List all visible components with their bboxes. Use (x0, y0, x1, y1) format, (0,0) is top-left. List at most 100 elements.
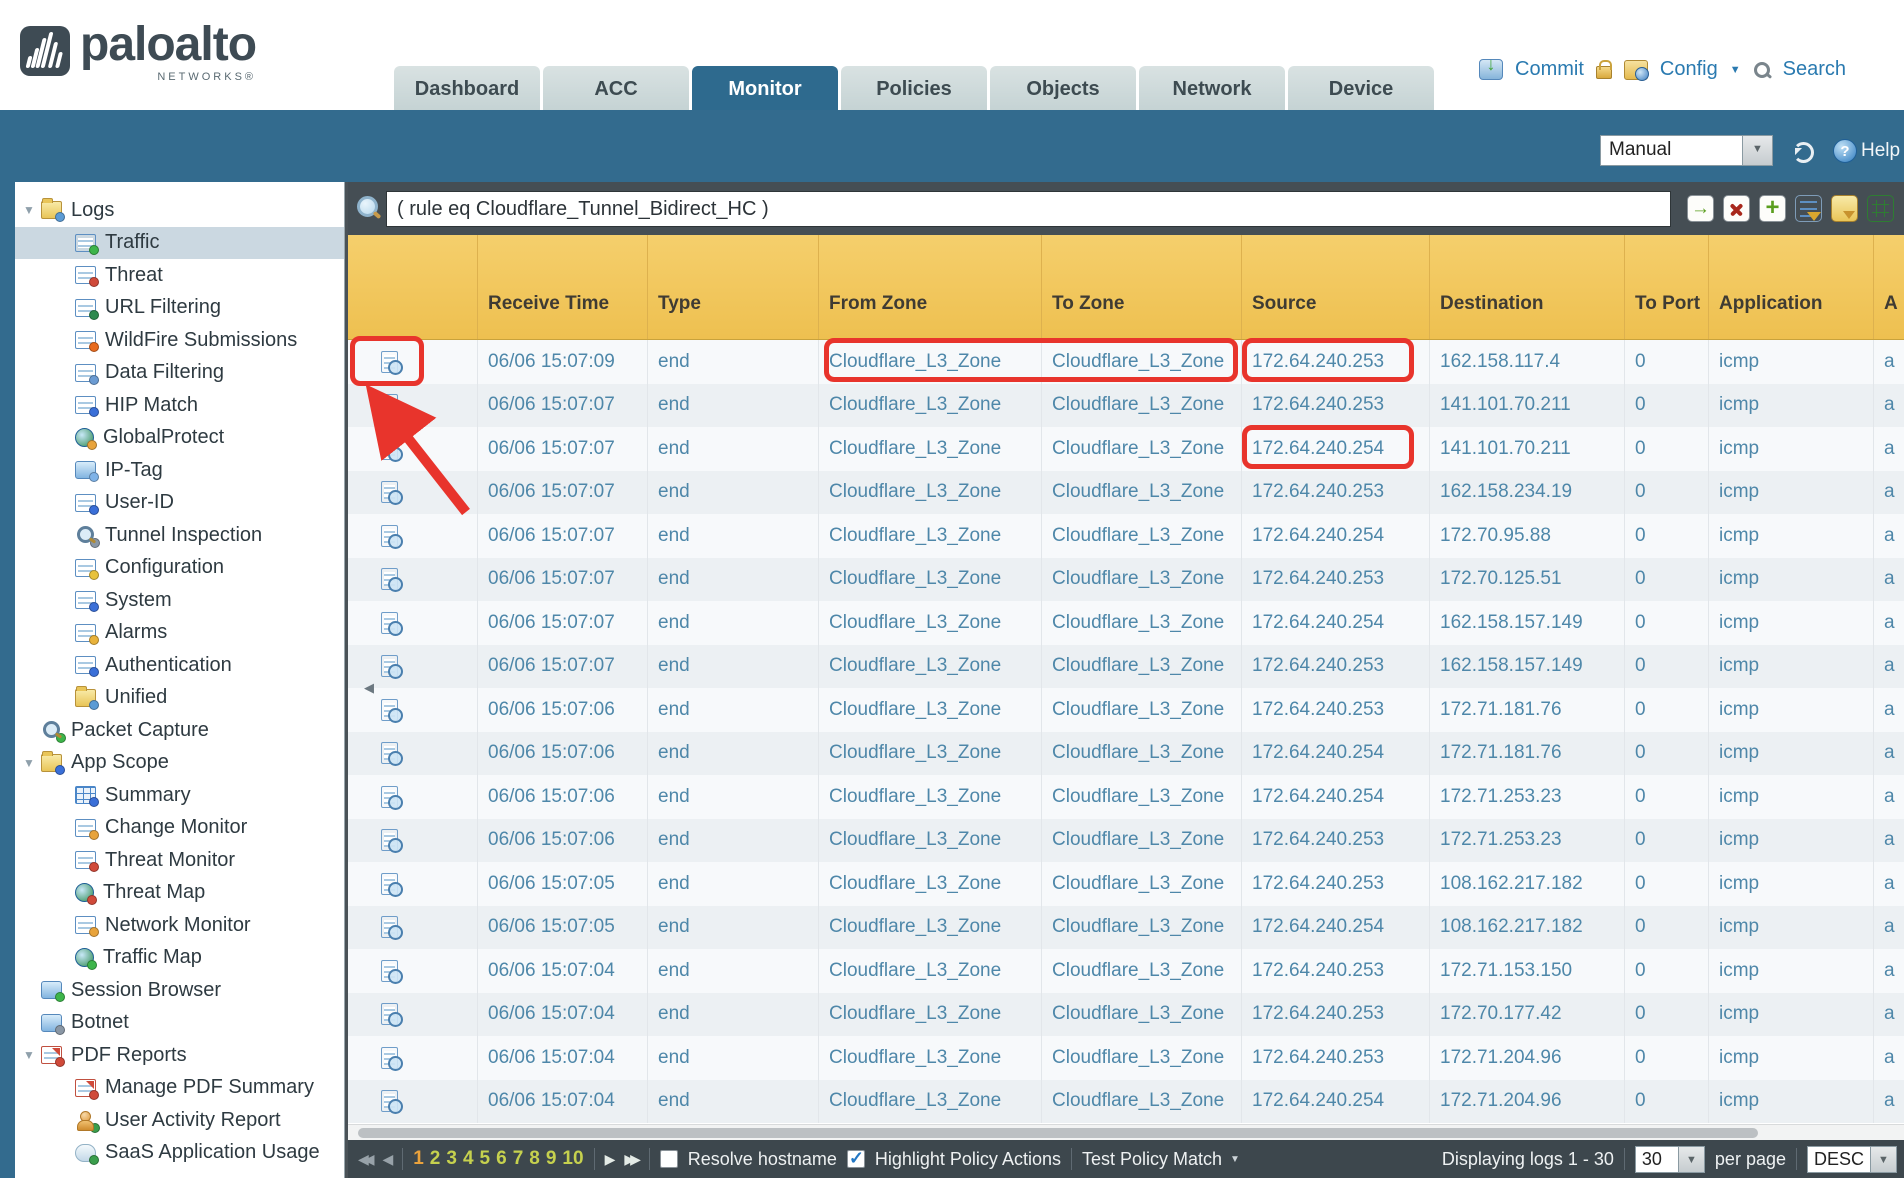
expander-icon[interactable]: ▼ (21, 756, 41, 770)
cell-src[interactable]: 172.64.240.254 (1241, 1080, 1429, 1124)
column-header-application[interactable]: Application (1708, 235, 1873, 339)
expander-icon[interactable]: ▼ (21, 203, 41, 217)
sidebar-item-botnet[interactable]: Botnet (15, 1007, 344, 1040)
cell-from[interactable]: Cloudflare_L3_Zone (818, 949, 1041, 993)
table-row[interactable]: 06/06 15:07:07endCloudflare_L3_ZoneCloud… (348, 427, 1904, 471)
cell-src[interactable]: 172.64.240.254 (1241, 732, 1429, 776)
log-detail-icon[interactable] (381, 525, 398, 547)
filter-builder-icon[interactable] (1795, 195, 1822, 222)
column-header-destination[interactable]: Destination (1429, 235, 1624, 339)
sidebar-item-hip-match[interactable]: HIP Match (15, 389, 344, 422)
cell-dst[interactable]: 141.101.70.211 (1429, 384, 1624, 428)
cell-dst[interactable]: 172.71.181.76 (1429, 732, 1624, 776)
cell-app[interactable]: icmp (1708, 471, 1873, 515)
cell-dst[interactable]: 162.158.157.149 (1429, 645, 1624, 689)
log-detail-icon[interactable] (381, 1090, 398, 1112)
cell-to[interactable]: Cloudflare_L3_Zone (1041, 514, 1241, 558)
per-page-select[interactable]: 30 (1635, 1146, 1705, 1173)
horizontal-scrollbar[interactable] (348, 1124, 1904, 1140)
sidebar-item-session-browser[interactable]: Session Browser (15, 974, 344, 1007)
cell-dst[interactable]: 108.162.217.182 (1429, 906, 1624, 950)
search-link[interactable]: Search (1783, 58, 1846, 81)
cell-dst[interactable]: 172.71.253.23 (1429, 775, 1624, 819)
cell-to[interactable]: Cloudflare_L3_Zone (1041, 819, 1241, 863)
cell-app[interactable]: icmp (1708, 732, 1873, 776)
cell-from[interactable]: Cloudflare_L3_Zone (818, 558, 1041, 602)
cell-dst[interactable]: 141.101.70.211 (1429, 427, 1624, 471)
table-row[interactable]: 06/06 15:07:06endCloudflare_L3_ZoneCloud… (348, 819, 1904, 863)
cell-from[interactable]: Cloudflare_L3_Zone (818, 862, 1041, 906)
commit-link[interactable]: Commit (1515, 58, 1584, 81)
cell-dst[interactable]: 172.70.95.88 (1429, 514, 1624, 558)
cell-dst[interactable]: 172.71.204.96 (1429, 1036, 1624, 1080)
cell-from[interactable]: Cloudflare_L3_Zone (818, 775, 1041, 819)
tab-objects[interactable]: Objects (990, 66, 1136, 110)
sidebar-item-wildfire-submissions[interactable]: WildFire Submissions (15, 324, 344, 357)
table-row[interactable]: 06/06 15:07:07endCloudflare_L3_ZoneCloud… (348, 384, 1904, 428)
cell-src[interactable]: 172.64.240.253 (1241, 819, 1429, 863)
sidebar-item-network-monitor[interactable]: Network Monitor (15, 909, 344, 942)
column-header-receive-time[interactable]: Receive Time (477, 235, 647, 339)
refresh-mode-select[interactable]: Manual (1600, 135, 1773, 166)
export-logs-icon[interactable] (1867, 195, 1894, 222)
cell-dst[interactable]: 162.158.234.19 (1429, 471, 1624, 515)
log-detail-icon[interactable] (381, 742, 398, 764)
cell-src[interactable]: 172.64.240.253 (1241, 384, 1429, 428)
sidebar-item-user-activity-report[interactable]: User Activity Report (15, 1104, 344, 1137)
last-page-icon[interactable]: ▶▶ (624, 1151, 638, 1168)
page-2[interactable]: 2 (430, 1148, 441, 1170)
add-filter-icon[interactable] (1759, 195, 1786, 222)
sidebar-item-threat-map[interactable]: Threat Map (15, 877, 344, 910)
sidebar-item-configuration[interactable]: Configuration (15, 552, 344, 585)
refresh-mode-dropdown-button[interactable] (1743, 135, 1773, 166)
horizontal-scrollbar-thumb[interactable] (358, 1128, 1758, 1138)
sidebar-item-authentication[interactable]: Authentication (15, 649, 344, 682)
tab-device[interactable]: Device (1288, 66, 1434, 110)
sidebar-item-threat-monitor[interactable]: Threat Monitor (15, 844, 344, 877)
log-detail-icon[interactable] (381, 1047, 398, 1069)
cell-dst[interactable]: 172.71.253.23 (1429, 819, 1624, 863)
sidebar-item-alarms[interactable]: Alarms (15, 617, 344, 650)
cell-src[interactable]: 172.64.240.253 (1241, 862, 1429, 906)
filter-query-input[interactable] (386, 191, 1671, 227)
cell-from[interactable]: Cloudflare_L3_Zone (818, 1080, 1041, 1124)
page-4[interactable]: 4 (463, 1148, 474, 1170)
cell-from[interactable]: Cloudflare_L3_Zone (818, 819, 1041, 863)
tab-monitor[interactable]: Monitor (692, 66, 838, 110)
first-page-icon[interactable]: ◀◀ (358, 1151, 372, 1168)
sidebar-item-change-monitor[interactable]: Change Monitor (15, 812, 344, 845)
log-detail-icon[interactable] (381, 394, 398, 416)
cell-src[interactable]: 172.64.240.254 (1241, 427, 1429, 471)
sidebar-item-data-filtering[interactable]: Data Filtering (15, 357, 344, 390)
column-header-to-zone[interactable]: To Zone (1041, 235, 1241, 339)
cell-src[interactable]: 172.64.240.254 (1241, 906, 1429, 950)
sidebar-item-threat[interactable]: Threat (15, 259, 344, 292)
cell-dst[interactable]: 162.158.117.4 (1429, 340, 1624, 384)
cell-app[interactable]: icmp (1708, 688, 1873, 732)
page-8[interactable]: 8 (529, 1148, 540, 1170)
cell-to[interactable]: Cloudflare_L3_Zone (1041, 862, 1241, 906)
column-header-to-port[interactable]: To Port (1624, 235, 1708, 339)
cell-src[interactable]: 172.64.240.253 (1241, 645, 1429, 689)
log-detail-icon[interactable] (381, 916, 398, 938)
cell-dst[interactable]: 172.71.153.150 (1429, 949, 1624, 993)
cell-to[interactable]: Cloudflare_L3_Zone (1041, 558, 1241, 602)
cell-src[interactable]: 172.64.240.253 (1241, 688, 1429, 732)
cell-dst[interactable]: 172.70.177.42 (1429, 993, 1624, 1037)
apply-filter-icon[interactable] (1687, 195, 1714, 222)
page-1[interactable]: 1 (413, 1148, 424, 1170)
cell-app[interactable]: icmp (1708, 906, 1873, 950)
cell-from[interactable]: Cloudflare_L3_Zone (818, 427, 1041, 471)
sidebar-item-packet-capture[interactable]: Packet Capture (15, 714, 344, 747)
sort-order-dropdown-button[interactable] (1871, 1146, 1897, 1173)
cell-from[interactable]: Cloudflare_L3_Zone (818, 906, 1041, 950)
cell-src[interactable]: 172.64.240.253 (1241, 1036, 1429, 1080)
cell-to[interactable]: Cloudflare_L3_Zone (1041, 384, 1241, 428)
page-3[interactable]: 3 (446, 1148, 457, 1170)
cell-app[interactable]: icmp (1708, 601, 1873, 645)
config-caret-icon[interactable]: ▼ (1730, 64, 1741, 76)
cell-app[interactable]: icmp (1708, 558, 1873, 602)
cell-from[interactable]: Cloudflare_L3_Zone (818, 993, 1041, 1037)
log-detail-icon[interactable] (381, 438, 398, 460)
table-row[interactable]: 06/06 15:07:04endCloudflare_L3_ZoneCloud… (348, 993, 1904, 1037)
